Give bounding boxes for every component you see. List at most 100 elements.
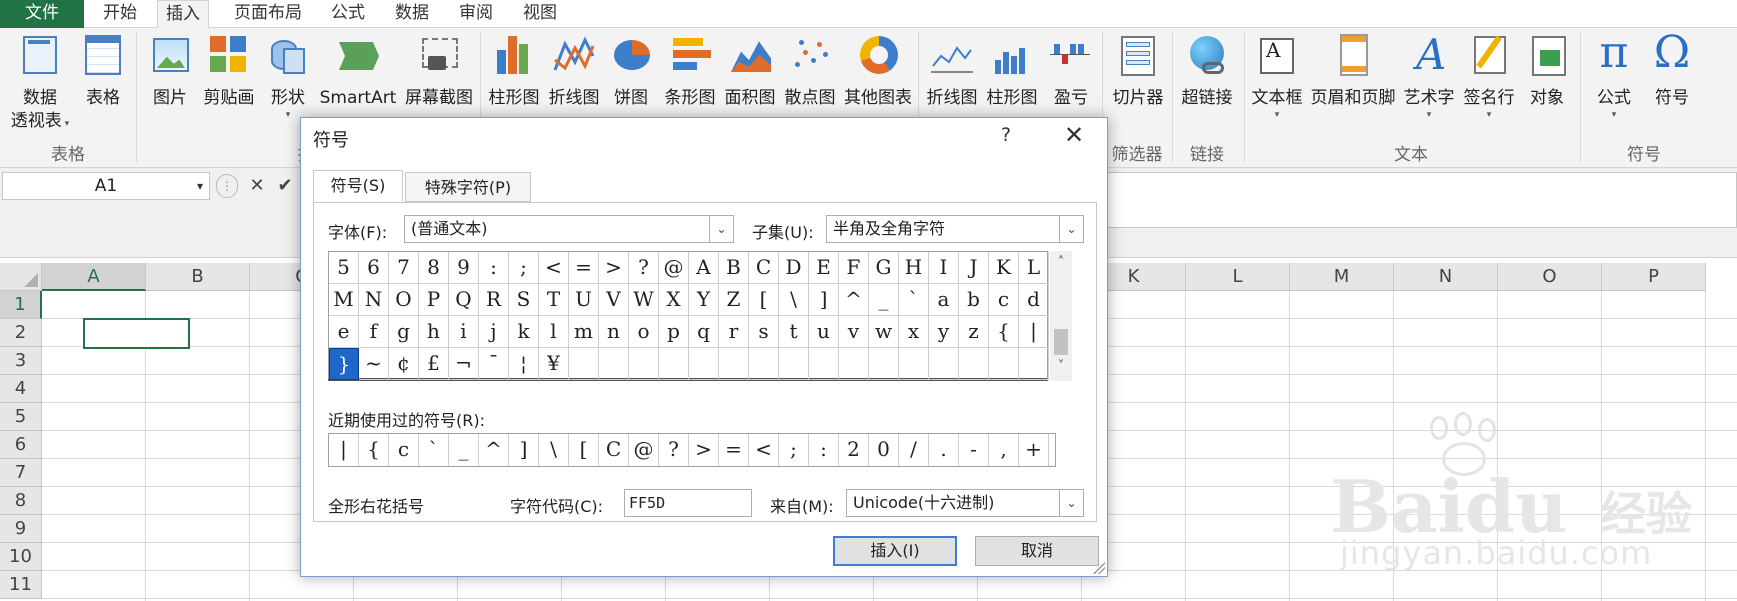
recent-symbol-cell[interactable]: / xyxy=(899,434,929,466)
symbol-cell[interactable]: _ xyxy=(869,284,899,316)
shapes-button[interactable]: 形状 ▾ xyxy=(264,32,312,120)
resize-grip-icon[interactable] xyxy=(1093,562,1105,574)
pivot-table-button[interactable]: 数据 透视表 ▾ xyxy=(6,32,74,132)
symbol-cell[interactable]: v xyxy=(839,316,869,348)
symbol-cell[interactable] xyxy=(689,348,719,380)
pie-chart-button[interactable]: 饼图 xyxy=(606,32,656,110)
symbol-cell[interactable] xyxy=(809,348,839,380)
recent-symbol-cell[interactable]: c xyxy=(389,434,419,466)
symbol-cell[interactable]: [ xyxy=(749,284,779,316)
insert-button[interactable]: 插入(I) xyxy=(833,536,957,566)
symbol-cell[interactable]: N xyxy=(359,284,389,316)
symbol-cell[interactable]: ¯ xyxy=(479,348,509,380)
column-header[interactable]: A xyxy=(42,263,146,291)
formula-bar-grip[interactable]: ⋮ xyxy=(216,174,238,198)
row-header[interactable]: 2 xyxy=(0,319,42,347)
symbol-cell[interactable]: 6 xyxy=(359,252,389,284)
symbol-cell[interactable]: h xyxy=(419,316,449,348)
symbol-cell[interactable]: W xyxy=(629,284,659,316)
object-button[interactable]: 对象 xyxy=(1522,32,1572,110)
other-charts-button[interactable]: 其他图表 xyxy=(842,32,914,110)
symbol-cell[interactable]: o xyxy=(629,316,659,348)
recent-symbol-cell[interactable]: _ xyxy=(449,434,479,466)
symbol-cell[interactable]: k xyxy=(509,316,539,348)
symbol-cell[interactable] xyxy=(659,348,689,380)
tab-data[interactable]: 数据 xyxy=(386,0,438,28)
symbol-cell[interactable]: 8 xyxy=(419,252,449,284)
smartart-button[interactable]: SmartArt xyxy=(316,32,400,110)
recent-symbol-cell[interactable]: ? xyxy=(659,434,689,466)
symbol-cell[interactable] xyxy=(779,348,809,380)
column-header[interactable]: O xyxy=(1498,263,1602,291)
symbol-cell[interactable]: A xyxy=(689,252,719,284)
screenshot-button[interactable]: 屏幕截图 xyxy=(402,32,476,110)
tab-file[interactable]: 文件 xyxy=(0,0,84,28)
symbol-cell[interactable]: F xyxy=(839,252,869,284)
symbol-cell[interactable]: D xyxy=(779,252,809,284)
symbol-cell[interactable]: P xyxy=(419,284,449,316)
hyperlink-button[interactable]: 超链接 xyxy=(1176,32,1238,110)
recent-symbol-cell[interactable]: | xyxy=(329,434,359,466)
sparkline-winloss-button[interactable]: 盈亏 xyxy=(1046,32,1096,110)
symbol-cell[interactable] xyxy=(899,348,929,380)
symbol-cell[interactable] xyxy=(629,348,659,380)
scroll-up-icon[interactable]: ˄ xyxy=(1050,253,1072,273)
recent-symbol-cell[interactable]: 0 xyxy=(869,434,899,466)
symbol-cell[interactable]: ^ xyxy=(839,284,869,316)
symbol-cell[interactable]: ¢ xyxy=(389,348,419,380)
symbol-cell[interactable] xyxy=(959,348,989,380)
scroll-down-icon[interactable]: ˅ xyxy=(1050,357,1072,377)
scroll-thumb[interactable] xyxy=(1054,329,1068,355)
symbol-cell[interactable]: T xyxy=(539,284,569,316)
symbol-cell[interactable]: E xyxy=(809,252,839,284)
sparkline-column-button[interactable]: 柱形图 xyxy=(984,32,1040,110)
symbol-cell[interactable]: a xyxy=(929,284,959,316)
symbol-cell[interactable]: } xyxy=(329,348,359,380)
symbol-cell[interactable]: c xyxy=(989,284,1019,316)
row-header[interactable]: 1 xyxy=(0,291,42,319)
symbol-cell[interactable]: ¦ xyxy=(509,348,539,380)
wordart-button[interactable]: A 艺术字 ▾ xyxy=(1400,32,1458,121)
symbol-cell[interactable]: : xyxy=(479,252,509,284)
tab-review[interactable]: 审阅 xyxy=(450,0,502,28)
symbol-cell[interactable]: ] xyxy=(809,284,839,316)
recent-symbol-cell[interactable]: { xyxy=(359,434,389,466)
recent-symbol-cell[interactable]: ] xyxy=(509,434,539,466)
symbol-button[interactable]: Ω 符号 xyxy=(1648,28,1696,110)
symbol-cell[interactable]: x xyxy=(899,316,929,348)
tab-formulas[interactable]: 公式 xyxy=(322,0,374,28)
symbol-cell[interactable] xyxy=(989,348,1019,380)
tab-symbols[interactable]: 符号(S) xyxy=(313,170,403,202)
recent-symbol-cell[interactable]: < xyxy=(749,434,779,466)
row-header[interactable]: 5 xyxy=(0,403,42,431)
symbol-cell[interactable]: G xyxy=(869,252,899,284)
symbol-cell[interactable]: z xyxy=(959,316,989,348)
symbol-cell[interactable]: S xyxy=(509,284,539,316)
tab-special-characters[interactable]: 特殊字符(P) xyxy=(405,172,531,202)
recent-symbol-cell[interactable]: ^ xyxy=(479,434,509,466)
recent-symbol-cell[interactable]: . xyxy=(929,434,959,466)
recent-symbol-cell[interactable]: C xyxy=(599,434,629,466)
symbol-cell[interactable] xyxy=(599,348,629,380)
row-header[interactable]: 3 xyxy=(0,347,42,375)
picture-button[interactable]: 图片 xyxy=(146,32,194,110)
row-header[interactable]: 11 xyxy=(0,571,42,599)
bar-chart-button[interactable]: 条形图 xyxy=(662,32,718,110)
symbol-cell[interactable]: l xyxy=(539,316,569,348)
symbol-cell[interactable]: U xyxy=(569,284,599,316)
row-header[interactable]: 4 xyxy=(0,375,42,403)
column-header[interactable]: P xyxy=(1602,263,1706,291)
symbol-cell[interactable]: t xyxy=(779,316,809,348)
equation-button[interactable]: π 公式 ▾ xyxy=(1590,28,1638,121)
character-code-input[interactable]: FF5D xyxy=(624,489,752,517)
symbol-cell[interactable]: g xyxy=(389,316,419,348)
row-header[interactable]: 9 xyxy=(0,515,42,543)
recent-symbol-cell[interactable]: , xyxy=(989,434,1019,466)
symbol-cell[interactable]: b xyxy=(959,284,989,316)
recent-symbol-cell[interactable]: \ xyxy=(539,434,569,466)
symbol-cell[interactable]: ¥ xyxy=(539,348,569,380)
symbol-cell[interactable]: i xyxy=(449,316,479,348)
symbol-cell[interactable]: q xyxy=(689,316,719,348)
recent-symbol-cell[interactable]: [ xyxy=(569,434,599,466)
row-header[interactable]: 10 xyxy=(0,543,42,571)
